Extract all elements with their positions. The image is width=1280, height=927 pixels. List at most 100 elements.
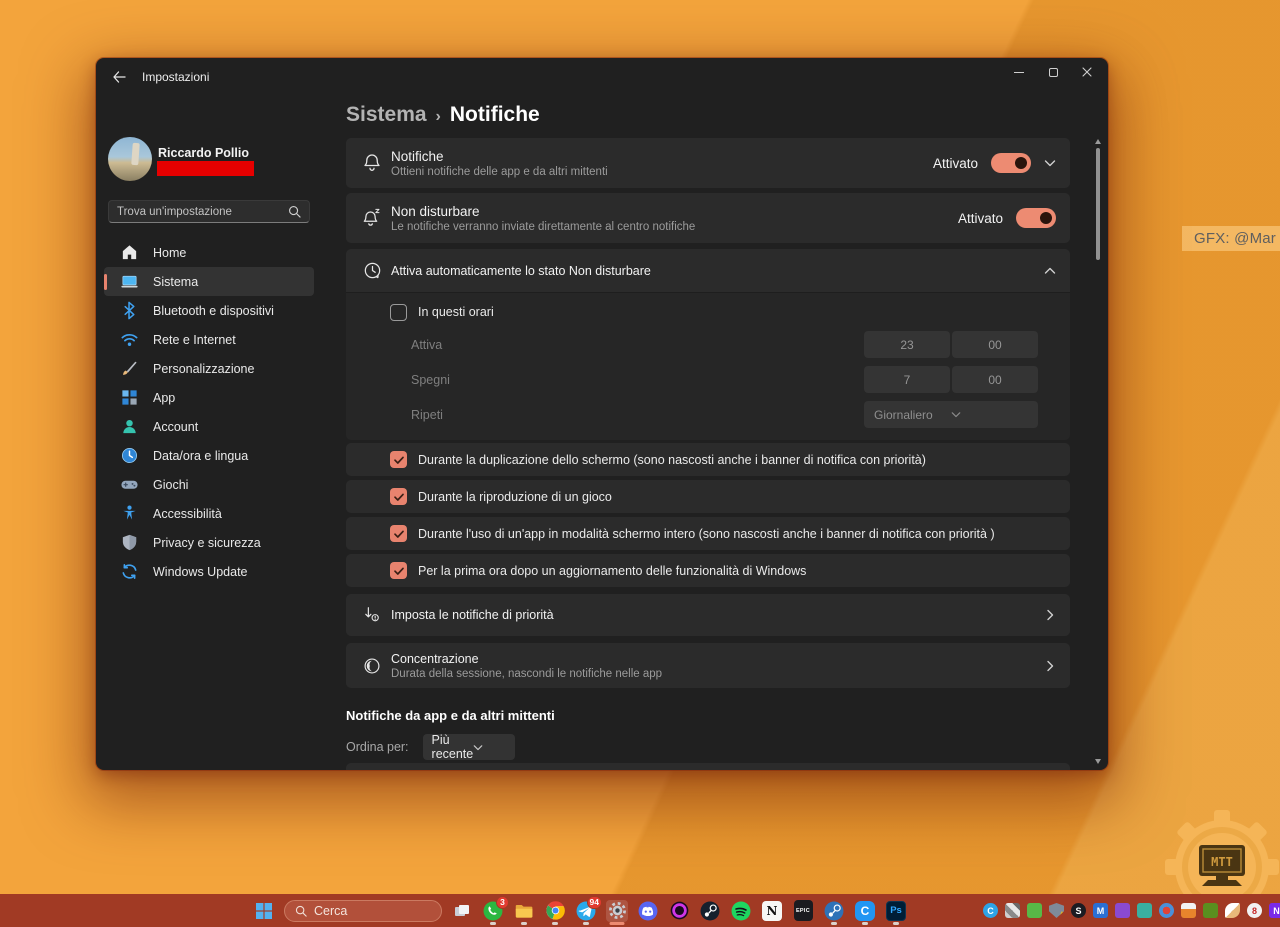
repeat-dropdown[interactable]: Giornaliero bbox=[864, 401, 1038, 428]
steam-blue-icon[interactable] bbox=[823, 900, 845, 922]
in-questi-orari-checkbox[interactable] bbox=[390, 303, 407, 321]
tray-orange-tile-icon[interactable] bbox=[1181, 903, 1196, 918]
in-questi-orari-label: In questi orari bbox=[418, 305, 494, 319]
avatar[interactable] bbox=[108, 137, 152, 181]
bell-icon bbox=[360, 152, 384, 174]
taskbar-search[interactable]: Cerca bbox=[284, 899, 442, 922]
chrome-icon[interactable] bbox=[544, 900, 566, 922]
close-button[interactable] bbox=[1070, 58, 1104, 86]
sidebar-item-personalizzazione[interactable]: Personalizzazione bbox=[104, 354, 314, 383]
breadcrumb: Sistema › Notifiche bbox=[346, 98, 540, 134]
photoshop-icon[interactable]: Ps bbox=[885, 900, 907, 922]
condition-row-duplication[interactable]: Durante la duplicazione dello schermo (s… bbox=[346, 443, 1070, 476]
scrollbar-thumb[interactable] bbox=[1096, 148, 1100, 260]
notifications-title: Notifiche bbox=[391, 148, 444, 164]
c-app-logo-letter: C bbox=[855, 900, 875, 921]
chevron-down-icon[interactable] bbox=[1044, 159, 1056, 167]
condition-row-after-update[interactable]: Per la prima ora dopo un aggiornamento d… bbox=[346, 554, 1070, 587]
tray-green-app-icon[interactable] bbox=[1027, 903, 1042, 918]
minimize-icon bbox=[1014, 71, 1024, 73]
checked-checkbox[interactable] bbox=[390, 451, 407, 468]
sidebar-item-sistema[interactable]: Sistema bbox=[104, 267, 314, 296]
maximize-icon bbox=[1048, 67, 1058, 77]
sidebar-item-account[interactable]: Account bbox=[104, 412, 314, 441]
sidebar-item-privacy[interactable]: Privacy e sicurezza bbox=[104, 528, 314, 557]
dnd-off-hour-input[interactable]: 7 bbox=[864, 366, 950, 393]
spotify-icon[interactable] bbox=[730, 900, 752, 922]
back-button[interactable] bbox=[104, 64, 134, 90]
minimize-button[interactable] bbox=[1002, 58, 1036, 86]
breadcrumb-parent[interactable]: Sistema bbox=[346, 103, 427, 126]
tray-mascot-icon[interactable]: 8 bbox=[1247, 903, 1262, 918]
search-placeholder: Trova un'impostazione bbox=[117, 205, 232, 218]
notion-logo-letter: N bbox=[762, 900, 782, 921]
whatsapp-badge: 3 bbox=[496, 895, 509, 909]
checked-checkbox[interactable] bbox=[390, 562, 407, 579]
notifications-card[interactable]: Notifiche Ottieni notifiche delle app e … bbox=[346, 138, 1070, 188]
main-content: Sistema › Notifiche Notifiche Ottieni noti… bbox=[346, 96, 1070, 770]
telegram-icon[interactable]: 94 bbox=[575, 895, 602, 922]
sidebar-nav: Home Sistema Bluetooth e dispositivi Ret… bbox=[104, 238, 314, 586]
security-shield-warning-icon[interactable] bbox=[1049, 903, 1064, 918]
repeat-value: Giornaliero bbox=[874, 407, 933, 422]
tray-puzzle-icon[interactable] bbox=[1137, 903, 1152, 918]
account-person-icon bbox=[120, 417, 139, 436]
sidebar-item-bluetooth[interactable]: Bluetooth e dispositivi bbox=[104, 296, 314, 325]
notion-icon[interactable]: N bbox=[761, 900, 783, 922]
page-title: Notifiche bbox=[449, 103, 540, 126]
nvidia-icon[interactable] bbox=[1203, 903, 1218, 918]
discord-icon[interactable] bbox=[637, 900, 659, 922]
sidebar-item-rete[interactable]: Rete e Internet bbox=[104, 325, 314, 354]
windows-logo-icon bbox=[256, 902, 272, 919]
chevron-up-icon[interactable] bbox=[1044, 267, 1056, 275]
whatsapp-icon[interactable]: 3 bbox=[482, 895, 509, 922]
focus-card[interactable]: Concentrazione Durata della sessione, na… bbox=[346, 643, 1070, 688]
scrollbar-up-arrow[interactable] bbox=[1095, 139, 1101, 144]
tray-circle-icon[interactable] bbox=[1159, 903, 1174, 918]
sort-dropdown[interactable]: Più recente bbox=[422, 733, 515, 761]
settings-icon[interactable] bbox=[606, 899, 628, 922]
sidebar-item-accessibilita[interactable]: Accessibilità bbox=[104, 499, 314, 528]
priority-title: Imposta le notifiche di priorità bbox=[391, 608, 554, 622]
dnd-title: Non disturbare bbox=[391, 203, 480, 219]
chevron-down-icon bbox=[473, 744, 505, 751]
priority-notifications-card[interactable]: Imposta le notifiche di priorità bbox=[346, 594, 1070, 636]
taskbar-search-label: Cerca bbox=[314, 903, 348, 918]
sidebar-item-giochi[interactable]: Giochi bbox=[104, 470, 314, 499]
notifications-toggle[interactable] bbox=[991, 153, 1031, 173]
checked-checkbox[interactable] bbox=[390, 488, 407, 505]
task-view-button[interactable] bbox=[451, 900, 473, 922]
dnd-card[interactable]: Non disturbare Le notifiche verranno inv… bbox=[346, 193, 1070, 243]
file-explorer-icon[interactable] bbox=[513, 900, 535, 922]
app-list-partial-card[interactable] bbox=[346, 763, 1070, 770]
tray-n-icon[interactable]: N bbox=[1269, 903, 1280, 918]
maximize-button[interactable] bbox=[1036, 58, 1070, 86]
sidebar-item-windows-update[interactable]: Windows Update bbox=[104, 557, 314, 586]
tray-feather-icon[interactable] bbox=[1225, 903, 1240, 918]
dnd-off-label: Spegni bbox=[411, 372, 450, 387]
c-app-icon[interactable]: C bbox=[854, 900, 876, 922]
dnd-on-hour-input[interactable]: 23 bbox=[864, 331, 950, 358]
auto-dnd-header[interactable]: Attiva automaticamente lo stato Non dist… bbox=[346, 249, 1070, 292]
tray-m-icon[interactable]: M bbox=[1093, 903, 1108, 918]
dnd-off-minute-input[interactable]: 00 bbox=[952, 366, 1038, 393]
repeat-label: Ripeti bbox=[411, 407, 443, 422]
epic-games-icon[interactable]: EPIC bbox=[792, 900, 814, 922]
dnd-toggle[interactable] bbox=[1016, 208, 1056, 228]
sidebar-item-home[interactable]: Home bbox=[104, 238, 314, 267]
tray-c-icon[interactable]: C bbox=[983, 903, 998, 918]
steam-icon[interactable] bbox=[699, 900, 721, 922]
start-button[interactable] bbox=[253, 900, 275, 922]
settings-search-input[interactable]: Trova un'impostazione bbox=[108, 200, 310, 223]
tray-purple-screen-icon[interactable] bbox=[1115, 903, 1130, 918]
scrollbar-down-arrow[interactable] bbox=[1095, 759, 1101, 764]
opera-gx-icon[interactable] bbox=[668, 900, 690, 922]
tray-s-icon[interactable]: S bbox=[1071, 903, 1086, 918]
dnd-on-minute-input[interactable]: 00 bbox=[952, 331, 1038, 358]
checked-checkbox[interactable] bbox=[390, 525, 407, 542]
condition-row-gaming[interactable]: Durante la riproduzione di un gioco bbox=[346, 480, 1070, 513]
sidebar-item-app[interactable]: App bbox=[104, 383, 314, 412]
condition-row-fullscreen[interactable]: Durante l'uso di un'app in modalità sche… bbox=[346, 517, 1070, 550]
tray-window-grid-icon[interactable] bbox=[1005, 903, 1020, 918]
sidebar-item-data-ora[interactable]: Data/ora e lingua bbox=[104, 441, 314, 470]
